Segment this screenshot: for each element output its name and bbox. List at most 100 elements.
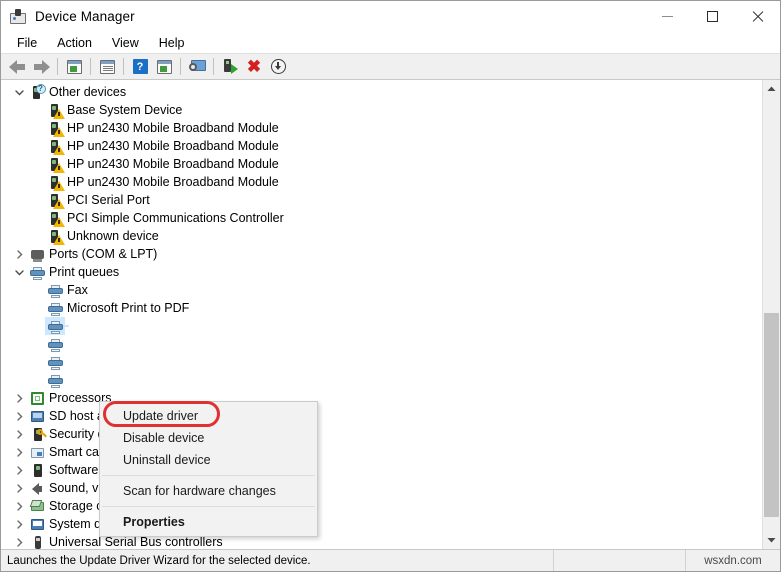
properties-icon	[99, 59, 115, 74]
close-button[interactable]	[735, 1, 780, 32]
unknown-device-icon	[45, 227, 65, 245]
unknown-device-icon	[45, 209, 65, 227]
show-hide-console-tree-button[interactable]	[62, 56, 86, 78]
chevron-right-icon[interactable]	[11, 501, 27, 511]
context-menu[interactable]: Update driver Disable device Uninstall dev…	[99, 401, 318, 537]
chevron-right-icon[interactable]	[11, 249, 27, 259]
chevron-right-icon[interactable]	[11, 483, 27, 493]
properties-button[interactable]	[95, 56, 119, 78]
toolbar-separator	[90, 58, 91, 75]
toolbar: ? ✖	[1, 54, 780, 80]
scrollbar-thumb[interactable]	[764, 313, 779, 517]
chevron-right-icon[interactable]	[11, 411, 27, 421]
tree-row[interactable]	[1, 317, 761, 335]
tree-row[interactable]: Ports (COM & LPT)	[1, 245, 761, 263]
view-button[interactable]	[152, 56, 176, 78]
context-menu-item-update-driver[interactable]: Update driver	[100, 405, 317, 427]
tree-row[interactable]: HP un2430 Mobile Broadband Module	[1, 155, 761, 173]
tree-row-label	[65, 325, 69, 327]
forward-arrow-icon	[33, 59, 50, 74]
tree-row[interactable]: Base System Device	[1, 101, 761, 119]
question-badge-icon: ?	[35, 83, 46, 94]
chevron-right-icon[interactable]	[11, 537, 27, 547]
menu-action[interactable]: Action	[47, 34, 102, 52]
speaker-icon	[27, 479, 47, 497]
tree-row[interactable]: PCI Simple Communications Controller	[1, 209, 761, 227]
scroll-down-button[interactable]	[763, 531, 780, 549]
tree-row[interactable]	[1, 371, 761, 389]
scrollbar-track[interactable]	[763, 98, 780, 531]
context-menu-item-uninstall-device[interactable]: Uninstall device	[100, 449, 317, 471]
printer-icon	[45, 335, 65, 353]
context-menu-item-disable-device[interactable]: Disable device	[100, 427, 317, 449]
toolbar-separator	[180, 58, 181, 75]
tree-row-label	[65, 343, 69, 345]
context-menu-item-scan-for-hardware-changes[interactable]: Scan for hardware changes	[100, 480, 317, 502]
view-icon	[156, 59, 172, 74]
tree-row[interactable]: PCI Serial Port	[1, 191, 761, 209]
tree-row[interactable]: HP un2430 Mobile Broadband Module	[1, 137, 761, 155]
tree-row-label: Fax	[67, 283, 88, 297]
warning-badge-icon	[52, 234, 65, 245]
chevron-right-icon[interactable]	[11, 393, 27, 403]
tree-row[interactable]	[1, 353, 761, 371]
tree-row[interactable]: HP un2430 Mobile Broadband Module	[1, 119, 761, 137]
context-menu-separator	[102, 475, 315, 476]
help-icon: ?	[132, 59, 148, 74]
close-icon	[751, 10, 764, 23]
menu-file[interactable]: File	[7, 34, 47, 52]
scroll-up-button[interactable]	[763, 80, 780, 98]
tree-row-label: Print queues	[49, 265, 120, 279]
menu-help[interactable]: Help	[149, 34, 195, 52]
tree-row[interactable]: ? Other devices	[1, 83, 761, 101]
tree-row-label: Ports (COM & LPT)	[49, 247, 158, 261]
context-menu-separator	[102, 506, 315, 507]
disable-device-button[interactable]	[266, 56, 290, 78]
minimize-icon	[662, 16, 673, 17]
tree-row[interactable]: Print queues	[1, 263, 761, 281]
tree-row[interactable]	[1, 335, 761, 353]
tree-row[interactable]: Fax	[1, 281, 761, 299]
context-menu-item-properties[interactable]: Properties	[100, 511, 317, 533]
chevron-down-icon[interactable]	[11, 88, 27, 97]
system-device-icon	[27, 515, 47, 533]
scan-for-hardware-changes-button[interactable]	[185, 56, 209, 78]
vertical-scrollbar[interactable]	[762, 80, 780, 549]
warning-badge-icon	[52, 216, 65, 227]
minimize-button[interactable]	[645, 1, 690, 32]
update-driver-icon	[222, 59, 238, 74]
tree-row[interactable]: Microsoft Print to PDF	[1, 299, 761, 317]
menu-view[interactable]: View	[102, 34, 149, 52]
tree-row[interactable]: HP un2430 Mobile Broadband Module	[1, 173, 761, 191]
smart-card-reader-icon	[27, 443, 47, 461]
chevron-down-icon[interactable]	[11, 268, 27, 277]
warning-badge-icon	[52, 144, 65, 155]
chevron-right-icon[interactable]	[11, 429, 27, 439]
status-message: Launches the Update Driver Wizard for th…	[1, 550, 554, 571]
maximize-button[interactable]	[690, 1, 735, 32]
help-button[interactable]: ?	[128, 56, 152, 78]
window-controls	[645, 1, 780, 32]
title-bar: Device Manager	[1, 1, 780, 32]
unknown-device-icon	[45, 155, 65, 173]
tree-row-label: HP un2430 Mobile Broadband Module	[67, 157, 279, 171]
tree-row-label: PCI Simple Communications Controller	[67, 211, 284, 225]
maximize-icon	[707, 11, 718, 22]
printer-icon	[45, 371, 65, 389]
chevron-right-icon[interactable]	[11, 465, 27, 475]
tree-row-label	[65, 379, 69, 381]
tree-row[interactable]: Unknown device	[1, 227, 761, 245]
tree-row-label: HP un2430 Mobile Broadband Module	[67, 175, 279, 189]
content-area: ? Other devices Base System Device HP un243…	[1, 80, 780, 550]
status-bar: Launches the Update Driver Wizard for th…	[1, 549, 780, 571]
forward-button[interactable]	[29, 56, 53, 78]
back-button[interactable]	[5, 56, 29, 78]
uninstall-device-button[interactable]: ✖	[242, 56, 266, 78]
printer-icon	[45, 353, 65, 371]
update-driver-button[interactable]	[218, 56, 242, 78]
show-hide-console-tree-icon	[66, 59, 82, 74]
back-arrow-icon	[8, 59, 26, 74]
chevron-right-icon[interactable]	[11, 447, 27, 457]
chevron-right-icon[interactable]	[11, 519, 27, 529]
unknown-device-icon: ?	[27, 83, 47, 101]
